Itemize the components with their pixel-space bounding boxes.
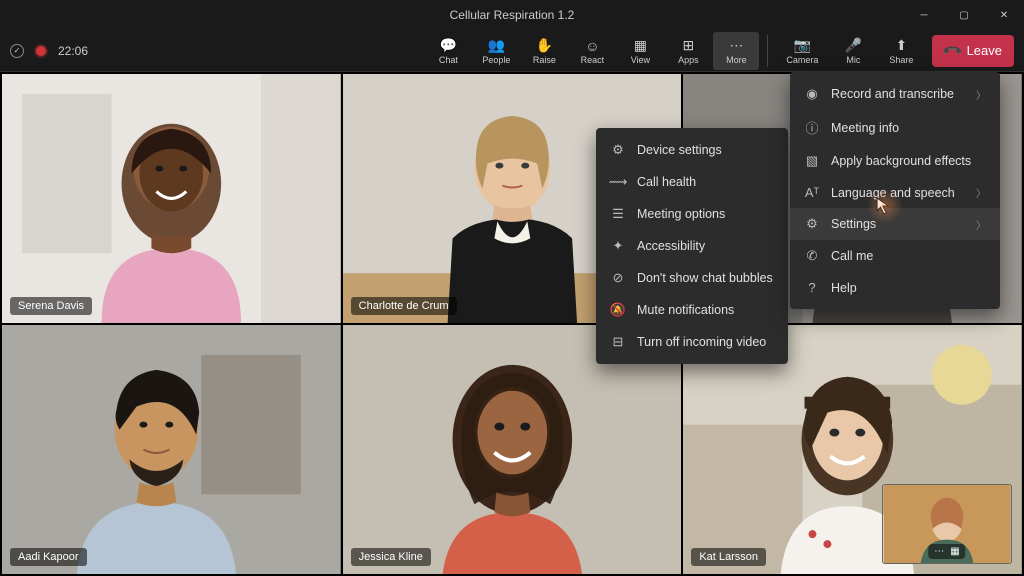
chevron-right-icon: 〉 bbox=[976, 87, 986, 102]
device-settings-item[interactable]: ⚙Device settings bbox=[596, 134, 788, 166]
meeting-info-item[interactable]: ⓘMeeting info bbox=[790, 110, 1000, 145]
close-button[interactable]: ✕ bbox=[984, 0, 1024, 30]
mute-notifications-item[interactable]: 🔕Mute notifications bbox=[596, 294, 788, 326]
people-button[interactable]: 👥People bbox=[473, 32, 519, 70]
meeting-options-item[interactable]: ☰Meeting options bbox=[596, 198, 788, 230]
pip-controls[interactable]: ⋯▦ bbox=[928, 544, 965, 559]
help-item[interactable]: ?Help bbox=[790, 272, 1000, 303]
info-icon: ⓘ bbox=[804, 118, 820, 137]
raise-hand-button[interactable]: ✋Raise bbox=[521, 32, 567, 70]
phone-icon: ✆ bbox=[804, 248, 820, 264]
accessibility-item[interactable]: ✦Accessibility bbox=[596, 230, 788, 262]
settings-item[interactable]: ⚙Settings〉 bbox=[790, 208, 1000, 240]
bell-off-icon: 🔕 bbox=[610, 302, 626, 318]
chevron-right-icon: 〉 bbox=[976, 185, 986, 200]
pip-grid-icon[interactable]: ▦ bbox=[950, 546, 959, 557]
more-button[interactable]: ⋯More bbox=[713, 32, 759, 70]
participant-tile[interactable]: Aadi Kapoor bbox=[2, 325, 341, 574]
gear-icon: ⚙ bbox=[610, 142, 626, 158]
chat-bubbles-item[interactable]: ⊘Don't show chat bubbles bbox=[596, 262, 788, 294]
accessibility-icon: ✦ bbox=[610, 238, 626, 254]
camera-button[interactable]: 📷Camera bbox=[776, 32, 828, 70]
maximize-button[interactable]: ▢ bbox=[944, 0, 984, 30]
view-button[interactable]: ▦View bbox=[617, 32, 663, 70]
grid-icon: ▦ bbox=[634, 37, 647, 55]
video-off-icon: ⊟ bbox=[610, 334, 626, 350]
sliders-icon: ☰ bbox=[610, 206, 626, 222]
people-icon: 👥 bbox=[488, 37, 505, 55]
record-icon: ◉ bbox=[804, 86, 820, 102]
background-effects-item[interactable]: ▧Apply background effects bbox=[790, 145, 1000, 177]
name-tag: Charlotte de Crum bbox=[351, 297, 457, 315]
more-icon: ⋯ bbox=[729, 37, 743, 55]
chat-button[interactable]: 💬Chat bbox=[425, 32, 471, 70]
settings-submenu: ⚙Device settings ⟿Call health ☰Meeting o… bbox=[596, 128, 788, 364]
react-button[interactable]: ☺React bbox=[569, 32, 615, 70]
name-tag: Serena Davis bbox=[10, 297, 92, 315]
name-tag: Aadi Kapoor bbox=[10, 548, 87, 566]
gear-icon: ⚙ bbox=[804, 216, 820, 232]
apps-button[interactable]: ⊞Apps bbox=[665, 32, 711, 70]
pip-more-icon[interactable]: ⋯ bbox=[934, 546, 944, 557]
minimize-button[interactable]: ─ bbox=[904, 0, 944, 30]
apps-icon: ⊞ bbox=[683, 37, 695, 55]
more-menu: ◉Record and transcribe〉 ⓘMeeting info ▧A… bbox=[790, 72, 1000, 309]
hangup-icon: 📞 bbox=[941, 39, 964, 62]
separator bbox=[767, 35, 768, 67]
help-icon: ? bbox=[804, 280, 820, 295]
chat-icon: 💬 bbox=[440, 37, 457, 55]
meeting-toolbar: ✓ 22:06 💬Chat 👥People ✋Raise ☺React ▦Vie… bbox=[0, 30, 1024, 72]
mic-icon: 🎤 bbox=[845, 37, 862, 55]
leave-button[interactable]: 📞Leave bbox=[932, 35, 1014, 67]
language-icon: Aᵀ bbox=[804, 185, 820, 200]
title-bar: Cellular Respiration 1.2 ─ ▢ ✕ bbox=[0, 0, 1024, 30]
meeting-title: Cellular Respiration 1.2 bbox=[450, 8, 575, 22]
elapsed-time: 22:06 bbox=[58, 44, 88, 58]
participant-tile[interactable]: Serena Davis bbox=[2, 74, 341, 323]
language-speech-item[interactable]: AᵀLanguage and speech〉 bbox=[790, 177, 1000, 208]
name-tag: Jessica Kline bbox=[351, 548, 431, 566]
record-transcribe-item[interactable]: ◉Record and transcribe〉 bbox=[790, 78, 1000, 110]
chevron-right-icon: 〉 bbox=[976, 217, 986, 232]
call-me-item[interactable]: ✆Call me bbox=[790, 240, 1000, 272]
turn-off-video-item[interactable]: ⊟Turn off incoming video bbox=[596, 326, 788, 358]
pulse-icon: ⟿ bbox=[610, 174, 626, 190]
share-icon: ⬆ bbox=[896, 37, 908, 55]
name-tag: Kat Larsson bbox=[691, 548, 766, 566]
backdrop-icon: ▧ bbox=[804, 153, 820, 169]
shield-icon: ✓ bbox=[10, 44, 24, 58]
call-health-item[interactable]: ⟿Call health bbox=[596, 166, 788, 198]
smile-icon: ☺ bbox=[585, 37, 599, 55]
hand-icon: ✋ bbox=[536, 37, 553, 55]
camera-icon: 📷 bbox=[794, 37, 811, 55]
self-preview[interactable]: ⋯▦ bbox=[882, 484, 1012, 564]
mic-button[interactable]: 🎤Mic bbox=[830, 32, 876, 70]
share-button[interactable]: ⬆Share bbox=[878, 32, 924, 70]
no-bubble-icon: ⊘ bbox=[610, 270, 626, 286]
recording-indicator-icon bbox=[36, 46, 46, 56]
